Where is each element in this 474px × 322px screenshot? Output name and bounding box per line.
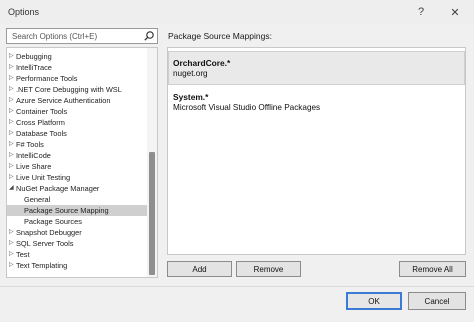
tree-item[interactable]: ▷ Cross Platform [7, 117, 148, 128]
expand-arrow-icon[interactable]: ▷ [9, 51, 14, 62]
search-icon[interactable] [143, 30, 155, 42]
remove-button[interactable]: Remove [236, 261, 301, 277]
title-bar: Options ? ✕ [0, 0, 474, 24]
tree-item[interactable]: ▷ .NET Core Debugging with WSL [7, 84, 148, 95]
tree-item-label: Container Tools [16, 107, 68, 116]
tree-item-label: IntelliCode [16, 151, 51, 160]
tree-item[interactable]: ▷ Azure Service Authentication [7, 95, 148, 106]
search-box [6, 28, 158, 44]
expand-arrow-icon[interactable]: ▷ [9, 139, 14, 150]
expand-arrow-icon[interactable]: ▷ [9, 172, 14, 183]
tree-item-label: NuGet Package Manager [16, 184, 100, 193]
expand-arrow-icon[interactable]: ▷ [9, 260, 14, 271]
tree-item-label: F# Tools [16, 140, 44, 149]
tree-item[interactable]: ▷ Container Tools [7, 106, 148, 117]
tree-item-label: Debugging [16, 52, 52, 61]
tree-scrollbar[interactable] [147, 48, 157, 277]
mapping-pattern: OrchardCore.* [173, 58, 231, 68]
cancel-button[interactable]: Cancel [408, 292, 466, 310]
add-button[interactable]: Add [167, 261, 232, 277]
tree-scrollbar-thumb[interactable] [149, 152, 155, 275]
tree-item[interactable]: ▷ IntelliCode [7, 150, 148, 161]
mapping-source: nuget.org [173, 69, 208, 78]
expand-arrow-icon[interactable]: ▷ [9, 150, 14, 161]
expand-arrow-icon[interactable]: ▷ [9, 238, 14, 249]
mapping-entry[interactable]: System.* Microsoft Visual Studio Offline … [169, 86, 464, 118]
tree-item[interactable]: ▷ Test [7, 249, 148, 260]
window-title: Options [8, 7, 40, 17]
tree-item[interactable]: Package Sources [7, 216, 148, 227]
tree-item[interactable]: ◢ NuGet Package Manager [7, 183, 148, 194]
tree-item[interactable]: ▷ IntelliTrace [7, 62, 148, 73]
expanded-arrow-icon[interactable]: ◢ [9, 183, 14, 194]
tree-item[interactable]: ▷ Performance Tools [7, 73, 148, 84]
tree-item-label: Live Unit Testing [16, 173, 71, 182]
expand-arrow-icon[interactable]: ▷ [9, 161, 14, 172]
mapping-entry[interactable]: OrchardCore.* nuget.org [168, 51, 465, 85]
ok-button[interactable]: OK [346, 292, 402, 310]
expand-arrow-icon[interactable]: ▷ [9, 128, 14, 139]
tree-item-label: Text Templating [16, 261, 68, 270]
expand-arrow-icon[interactable]: ▷ [9, 62, 14, 73]
tree-item[interactable]: ▷ Live Share [7, 161, 148, 172]
expand-arrow-icon[interactable]: ▷ [9, 73, 14, 84]
help-button[interactable]: ? [404, 2, 438, 22]
tree-item[interactable]: ▷ SQL Server Tools [7, 238, 148, 249]
tree-item[interactable]: ▷ Debugging [7, 51, 148, 62]
tree-item[interactable]: ▷ F# Tools [7, 139, 148, 150]
tree-item[interactable]: General [7, 194, 148, 205]
tree-item[interactable]: ▷ Text Templating [7, 260, 148, 271]
expand-arrow-icon[interactable]: ▷ [9, 84, 14, 95]
tree-item[interactable]: Package Source Mapping [7, 205, 148, 216]
tree-item-label: Performance Tools [16, 74, 78, 83]
tree-item-label: Cross Platform [16, 118, 65, 127]
close-button[interactable]: ✕ [438, 2, 472, 22]
footer-divider [0, 286, 474, 287]
tree-item-label: IntelliTrace [16, 63, 52, 72]
tree-item[interactable]: ▷ Snapshot Debugger [7, 227, 148, 238]
tree-item-label: General [24, 195, 51, 204]
expand-arrow-icon[interactable]: ▷ [9, 106, 14, 117]
expand-arrow-icon[interactable]: ▷ [9, 249, 14, 260]
tree-item-label: SQL Server Tools [16, 239, 74, 248]
tree-item-label: Package Sources [24, 217, 82, 226]
mappings-list: OrchardCore.* nuget.org System.* Microsoft … [167, 47, 466, 255]
tree-item-label: .NET Core Debugging with WSL [16, 85, 122, 94]
tree-item-label: Test [16, 250, 30, 259]
mapping-pattern: System.* [173, 92, 209, 102]
expand-arrow-icon[interactable]: ▷ [9, 95, 14, 106]
expand-arrow-icon[interactable]: ▷ [9, 227, 14, 238]
tree-item[interactable]: ▷ Database Tools [7, 128, 148, 139]
tree-item-label: Database Tools [16, 129, 67, 138]
tree-item-label: Package Source Mapping [24, 206, 109, 215]
tree-item-label: Snapshot Debugger [16, 228, 82, 237]
tree-item-label: Live Share [16, 162, 52, 171]
options-tree: ▷ Debugging ▷ IntelliTrace ▷ Performance Tool… [6, 47, 158, 278]
tree-item[interactable]: ▷ Live Unit Testing [7, 172, 148, 183]
search-input[interactable] [7, 29, 148, 43]
expand-arrow-icon[interactable]: ▷ [9, 117, 14, 128]
mappings-heading: Package Source Mappings: [168, 31, 272, 41]
remove-all-button[interactable]: Remove All [399, 261, 466, 277]
mapping-source: Microsoft Visual Studio Offline Packages [173, 103, 321, 112]
tree-item-label: Azure Service Authentication [16, 96, 111, 105]
